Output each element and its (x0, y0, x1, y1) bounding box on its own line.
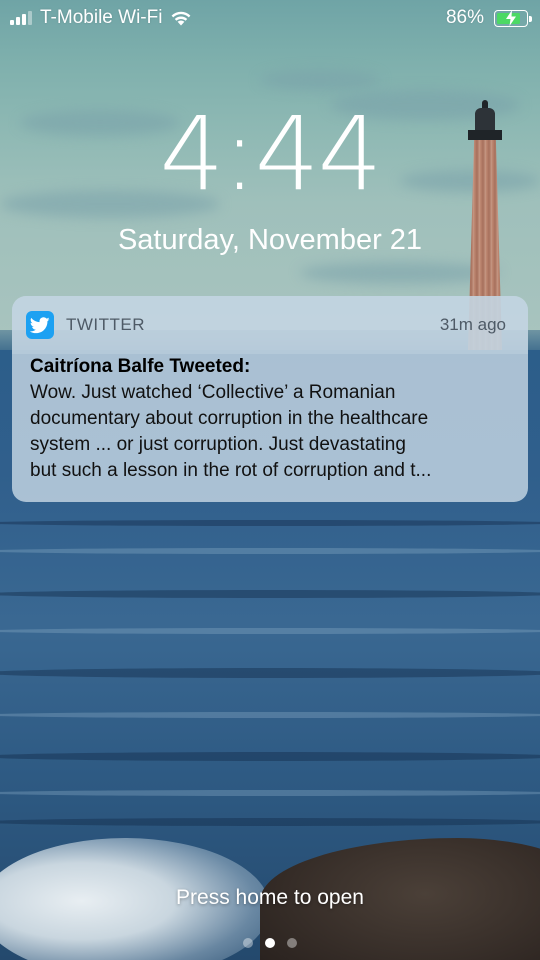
battery-percent: 86% (445, 7, 484, 28)
wifi-icon (172, 11, 191, 26)
page-dot[interactable] (243, 938, 253, 948)
battery-icon (494, 9, 532, 27)
signal-bar (16, 17, 20, 25)
battery-tip (529, 15, 532, 22)
page-indicator[interactable] (0, 938, 540, 948)
notification-message: Wow. Just watched ‘Collective’ a Romania… (30, 380, 510, 484)
wave (0, 712, 540, 718)
page-dot[interactable] (265, 938, 275, 948)
cloud (260, 70, 380, 90)
wave (0, 548, 540, 554)
lock-screen-time: 4:44 (159, 95, 382, 214)
wave (0, 752, 540, 761)
press-home-hint: Press home to open (176, 886, 364, 909)
notification-card[interactable]: TWITTER 31m ago Caitríona Balfe Tweeted:… (12, 296, 528, 502)
notification-line: Wow. Just watched ‘Collective’ a Romania… (30, 382, 396, 403)
notification-line: but such a lesson in the rot of corrupti… (30, 460, 432, 481)
wave (0, 520, 540, 526)
notification-header: TWITTER 31m ago (12, 296, 528, 354)
wave (0, 818, 540, 826)
twitter-bird-icon (26, 311, 54, 339)
wave (0, 590, 540, 598)
signal-bar (10, 20, 14, 25)
carrier-label: T-Mobile Wi-Fi (40, 7, 163, 28)
lock-screen-date: Saturday, November 21 (117, 224, 423, 256)
charging-bolt-icon (506, 9, 516, 26)
notification-title: Caitríona Balfe Tweeted: (30, 356, 251, 377)
page-dot[interactable] (287, 938, 297, 948)
status-left: T-Mobile Wi-Fi (10, 7, 192, 29)
signal-icon (10, 11, 32, 25)
notification-app-name: TWITTER (66, 315, 146, 334)
status-bar: T-Mobile Wi-Fi 86% (0, 0, 540, 36)
wave (0, 668, 540, 678)
wave (0, 790, 540, 796)
notification-line: system ... or just corruption. Just deva… (30, 434, 406, 455)
notification-body: Caitríona Balfe Tweeted: Wow. Just watch… (12, 354, 528, 484)
notification-line: documentary about corruption in the heal… (30, 408, 429, 429)
signal-bar (22, 14, 26, 25)
status-right: 86% (445, 7, 532, 29)
wave (0, 628, 540, 634)
notification-time: 31m ago (439, 315, 506, 334)
signal-bar (28, 11, 32, 25)
